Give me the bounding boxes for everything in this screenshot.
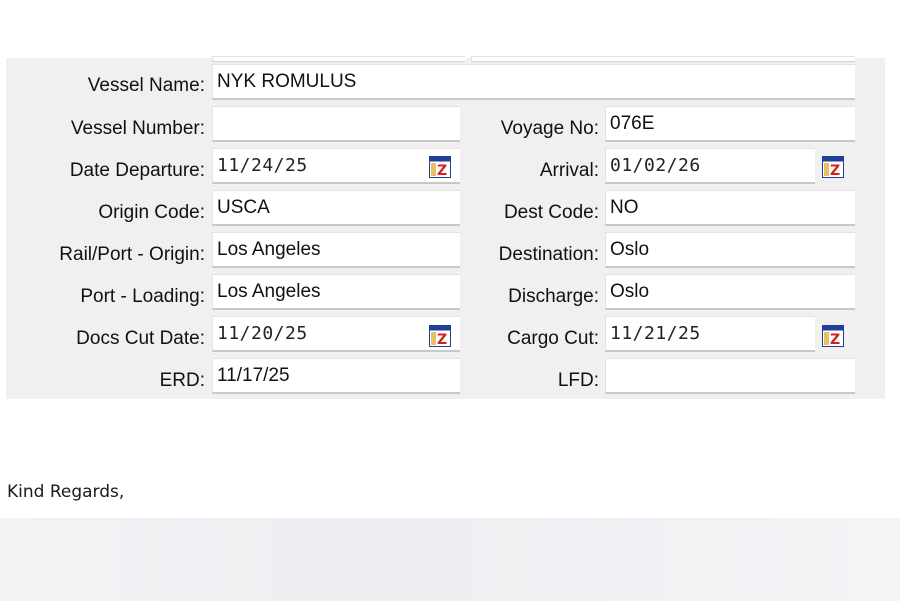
svg-text:Z: Z — [830, 163, 840, 178]
calendar-icon[interactable]: Z — [429, 156, 451, 178]
vessel-number-label: Vessel Number: — [70, 118, 205, 139]
vessel-name-input[interactable]: NYK ROMULUS — [212, 64, 855, 100]
lfd-label: LFD: — [557, 370, 599, 391]
origin-code-input[interactable]: USCA — [212, 190, 460, 226]
vessel-name-label: Vessel Name: — [87, 75, 205, 96]
cargo-cut-label: Cargo Cut: — [507, 328, 599, 349]
origin-code-label: Origin Code: — [98, 202, 205, 223]
dest-code-label: Dest Code: — [503, 202, 599, 223]
discharge-label: Discharge: — [508, 286, 599, 307]
docs-cut-date-label: Docs Cut Date: — [76, 328, 205, 349]
top-strip-right — [471, 56, 855, 62]
lfd-input[interactable] — [605, 358, 855, 394]
erd-input[interactable]: 11/17/25 — [212, 358, 460, 394]
rail-port-origin-label: Rail/Port - Origin: — [59, 244, 205, 265]
port-loading-input[interactable]: Los Angeles — [212, 274, 460, 310]
docs-cut-date-input[interactable]: 11/20/25 — [212, 316, 460, 352]
rail-port-origin-input[interactable]: Los Angeles — [212, 232, 460, 268]
dest-code-input[interactable]: NO — [605, 190, 855, 226]
vessel-number-input[interactable] — [212, 106, 460, 142]
svg-text:Z: Z — [437, 163, 447, 178]
top-strip-left — [212, 56, 465, 62]
footer-band — [0, 518, 900, 601]
arrival-input[interactable]: 01/02/26 — [605, 148, 815, 184]
closing-text: Kind Regards, — [7, 482, 125, 502]
date-departure-label: Date Departure: — [69, 160, 205, 181]
port-loading-label: Port - Loading: — [80, 286, 205, 307]
svg-text:Z: Z — [830, 332, 840, 347]
calendar-icon[interactable]: Z — [429, 325, 451, 347]
erd-label: ERD: — [159, 370, 205, 391]
destination-input[interactable]: Oslo — [605, 232, 855, 268]
voyage-no-label: Voyage No: — [500, 118, 599, 139]
calendar-icon[interactable]: Z — [822, 156, 844, 178]
destination-label: Destination: — [498, 244, 599, 265]
arrival-label: Arrival: — [539, 160, 599, 181]
calendar-icon[interactable]: Z — [822, 325, 844, 347]
cargo-cut-input[interactable]: 11/21/25 — [605, 316, 815, 352]
svg-text:Z: Z — [437, 332, 447, 347]
date-departure-input[interactable]: 11/24/25 — [212, 148, 460, 184]
discharge-input[interactable]: Oslo — [605, 274, 855, 310]
voyage-no-input[interactable]: 076E — [605, 106, 855, 142]
